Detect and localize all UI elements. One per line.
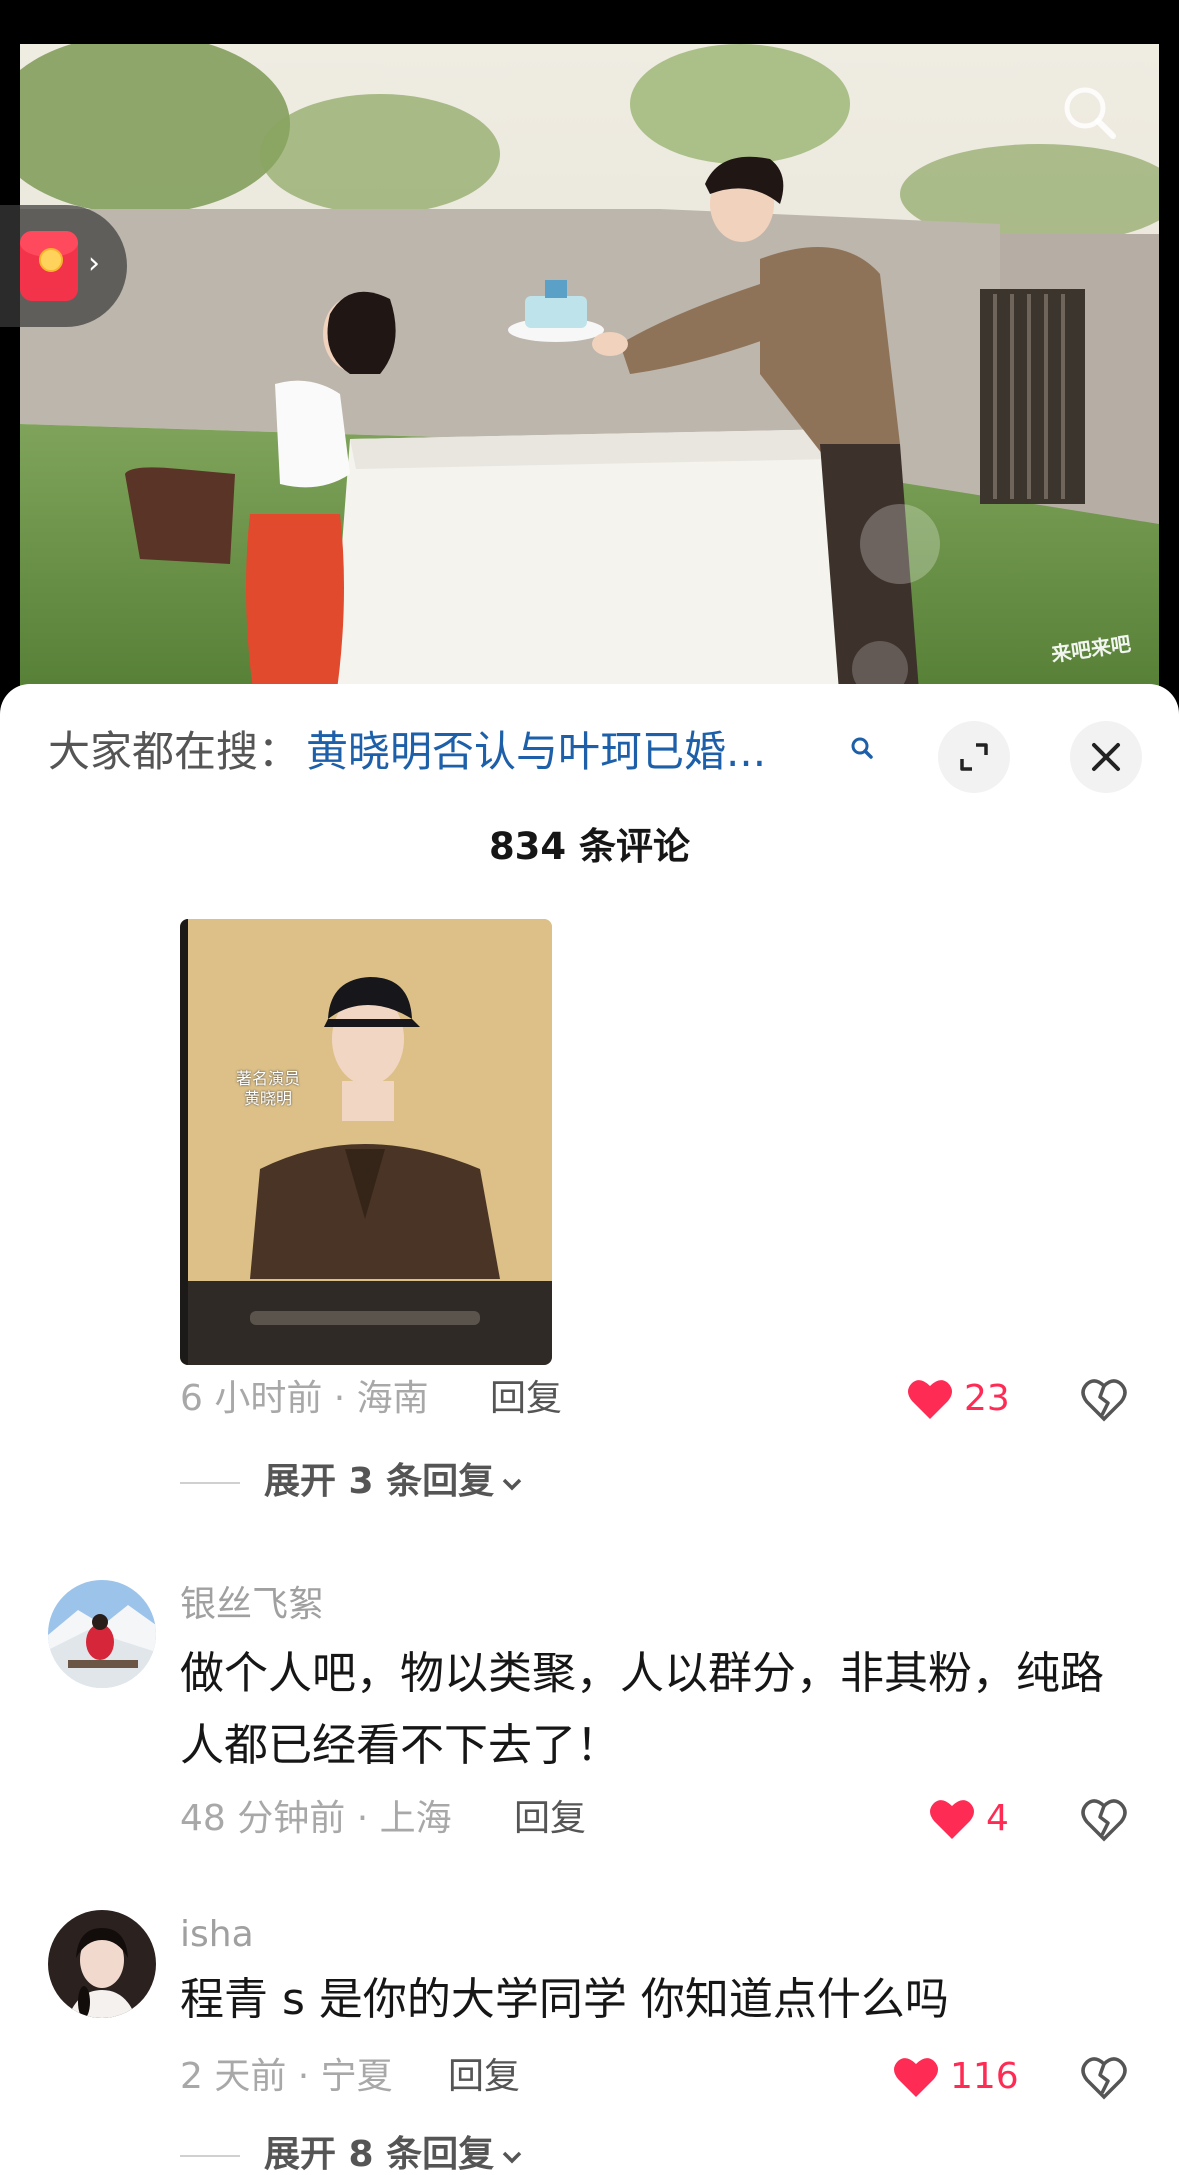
trending-search-prefix: 大家都在搜：: [48, 727, 301, 776]
trending-search-term[interactable]: 黄晓明否认与叶珂已婚...: [306, 724, 766, 780]
dislike-icon[interactable]: [1080, 2053, 1128, 2101]
heart-icon: [908, 1380, 952, 1419]
screen: 来吧来吧 › 大家都在搜： 黄晓明否认与叶珂已婚... 834 条评论 著名演员…: [0, 0, 1179, 2175]
like-count: 4: [986, 1798, 1009, 1839]
avatar[interactable]: [48, 1580, 156, 1688]
close-icon: [1092, 743, 1120, 771]
comment-text: 做个人吧，物以类聚，人以群分，非其粉，纯路人都已经看不下去了！: [180, 1648, 1104, 1771]
trending-search[interactable]: 大家都在搜： 黄晓明否认与叶珂已婚...: [48, 724, 873, 780]
expand-replies-button[interactable]: 展开 8 条回复: [180, 2130, 524, 2175]
chevron-down-icon: [500, 2131, 524, 2175]
expand-icon: [960, 743, 988, 771]
video-player[interactable]: 来吧来吧: [20, 44, 1159, 704]
like-count: 23: [964, 1378, 1010, 1419]
comment-meta: 2 天前 · 宁夏: [180, 2056, 393, 2097]
comment-meta: 48 分钟前 · 上海: [180, 1798, 452, 1839]
red-envelope-icon: [20, 231, 78, 301]
reply-button[interactable]: 回复: [490, 1374, 562, 1424]
search-icon[interactable]: [1059, 82, 1119, 142]
expand-replies-button[interactable]: 展开 3 条回复: [180, 1457, 524, 1507]
username[interactable]: 银丝飞絮: [180, 1580, 324, 1630]
video-frame: [20, 44, 1159, 704]
heart-icon: [930, 1800, 974, 1839]
heart-icon: [894, 2058, 938, 2097]
dislike-icon[interactable]: [1080, 1375, 1128, 1423]
chevron-down-icon: [500, 1458, 524, 1508]
search-small-icon: [848, 734, 876, 762]
like-count: 116: [950, 2056, 1019, 2097]
expand-button[interactable]: [938, 721, 1010, 793]
username[interactable]: isha: [180, 1910, 254, 1960]
red-packet-button[interactable]: ›: [0, 205, 127, 327]
comment-image[interactable]: 著名演员 黄晓明: [180, 919, 552, 1365]
reply-button[interactable]: 回复: [448, 2052, 520, 2102]
comment-text: 程青 s 是你的大学同学 你知道点什么吗: [180, 1974, 949, 2025]
close-button[interactable]: [1070, 721, 1142, 793]
expand-replies-label: 展开 3 条回复: [264, 1461, 495, 1502]
reply-button[interactable]: 回复: [514, 1794, 586, 1844]
dislike-icon[interactable]: [1080, 1795, 1128, 1843]
image-caption: 著名演员 黄晓明: [235, 1069, 300, 1108]
expand-replies-label: 展开 8 条回复: [264, 2134, 495, 2175]
comments-sheet: 大家都在搜： 黄晓明否认与叶珂已婚... 834 条评论 著名演员 黄晓明 6 …: [0, 684, 1179, 2175]
comment-meta: 6 小时前 · 海南: [180, 1378, 429, 1419]
avatar[interactable]: [48, 1910, 156, 2018]
comment-count: 834 条评论: [488, 825, 691, 868]
chevron-right-icon: ›: [88, 246, 100, 281]
